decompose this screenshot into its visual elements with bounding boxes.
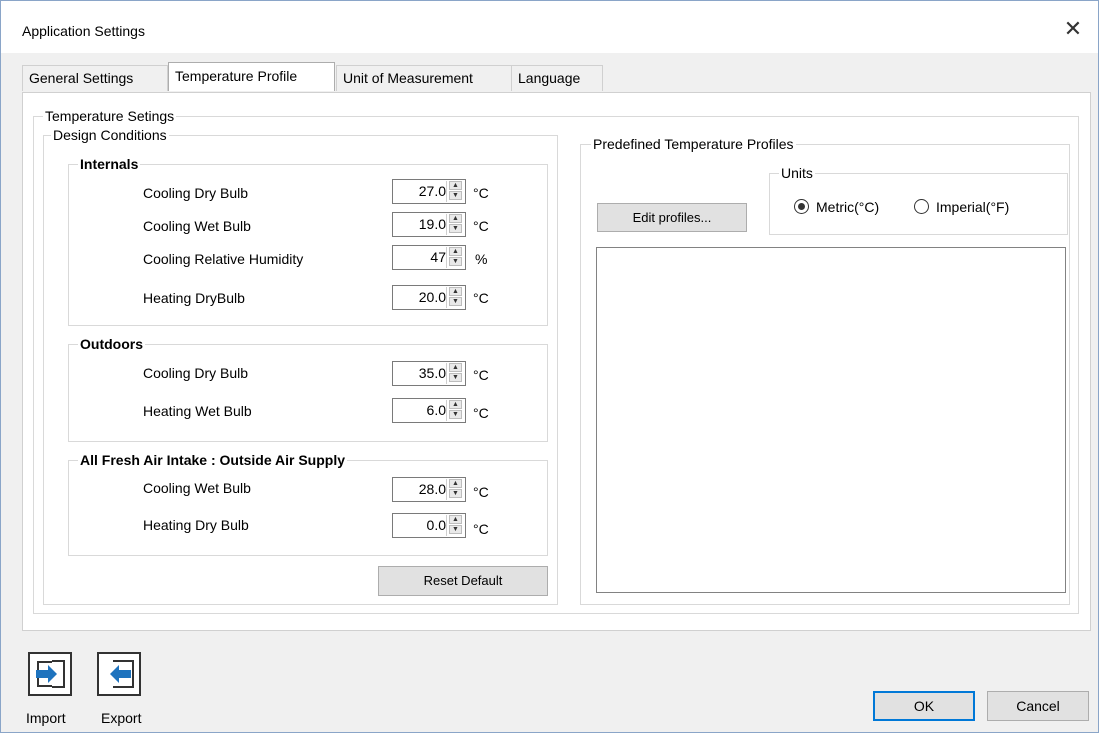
- unit-label: %: [475, 251, 488, 267]
- outdoors-group: [68, 344, 548, 442]
- chevron-down-icon[interactable]: ▼: [449, 525, 462, 534]
- internal-cooling-wet-bulb-label: Cooling Wet Bulb: [143, 218, 251, 234]
- tab-general-settings[interactable]: General Settings: [22, 65, 168, 91]
- unit-label: °C: [473, 218, 489, 234]
- internal-heating-dry-bulb-stepper[interactable]: 20.0 ▲ ▼: [392, 285, 466, 310]
- unit-label: °C: [473, 484, 489, 500]
- metric-label[interactable]: Metric(°C): [816, 199, 879, 215]
- internal-heating-dry-bulb-label: Heating DryBulb: [143, 290, 245, 306]
- internal-cooling-wet-bulb-stepper[interactable]: 19.0 ▲ ▼: [392, 212, 466, 237]
- imperial-label[interactable]: Imperial(°F): [936, 199, 1009, 215]
- chevron-down-icon[interactable]: ▼: [449, 257, 462, 266]
- outdoor-heating-wet-bulb-label: Heating Wet Bulb: [143, 403, 252, 419]
- chevron-up-icon[interactable]: ▲: [449, 247, 462, 256]
- outdoor-cooling-dry-bulb-label: Cooling Dry Bulb: [143, 365, 249, 381]
- import-label: Import: [26, 710, 66, 726]
- stepper-arrows: ▲ ▼: [446, 181, 464, 202]
- fresh-air-cooling-wet-bulb-label: Cooling Wet Bulb: [143, 480, 251, 496]
- unit-label: °C: [473, 405, 489, 421]
- tab-unit-of-measurement[interactable]: Unit of Measurement: [336, 65, 512, 91]
- stepper-value: 0.0: [426, 517, 446, 533]
- export-button[interactable]: [97, 652, 141, 696]
- chevron-down-icon[interactable]: ▼: [449, 373, 462, 382]
- tab-language[interactable]: Language: [511, 65, 603, 91]
- chevron-down-icon[interactable]: ▼: [449, 410, 462, 419]
- stepper-arrows: ▲ ▼: [446, 363, 464, 384]
- fresh-air-legend: All Fresh Air Intake : Outside Air Suppl…: [78, 452, 348, 468]
- unit-label: °C: [473, 290, 489, 306]
- outdoors-legend: Outdoors: [78, 336, 145, 352]
- stepper-value: 19.0: [418, 216, 446, 232]
- import-icon: [36, 660, 65, 688]
- export-icon: [110, 660, 134, 688]
- fresh-air-cooling-wet-bulb-stepper[interactable]: 28.0 ▲ ▼: [392, 477, 466, 502]
- stepper-value: 6.0: [426, 402, 446, 418]
- tab-temperature-profile[interactable]: Temperature Profile: [168, 62, 335, 91]
- window-title: Application Settings: [22, 23, 145, 39]
- stepper-value: 47: [430, 249, 446, 265]
- chevron-up-icon[interactable]: ▲: [449, 400, 462, 409]
- stepper-arrows: ▲ ▼: [446, 287, 464, 308]
- chevron-up-icon[interactable]: ▲: [449, 181, 462, 190]
- chevron-up-icon[interactable]: ▲: [449, 363, 462, 372]
- close-icon[interactable]: ✕: [1058, 14, 1088, 44]
- chevron-down-icon[interactable]: ▼: [449, 224, 462, 233]
- stepper-value: 20.0: [418, 289, 446, 305]
- unit-label: °C: [473, 185, 489, 201]
- profiles-listbox[interactable]: [596, 247, 1066, 593]
- chevron-down-icon[interactable]: ▼: [449, 191, 462, 200]
- temperature-settings-legend: Temperature Setings: [43, 108, 177, 124]
- cancel-button[interactable]: Cancel: [987, 691, 1089, 721]
- predefined-profiles-legend: Predefined Temperature Profiles: [591, 136, 796, 152]
- internal-cooling-dry-bulb-stepper[interactable]: 27.0 ▲ ▼: [392, 179, 466, 204]
- units-legend: Units: [779, 165, 815, 181]
- imperial-radio[interactable]: [914, 199, 929, 214]
- stepper-arrows: ▲ ▼: [446, 247, 464, 268]
- internal-cooling-relative-humidity-label: Cooling Relative Humidity: [143, 251, 304, 267]
- fresh-air-group: [68, 460, 548, 556]
- metric-radio[interactable]: [794, 199, 809, 214]
- settings-window: Application Settings ✕ General Settings …: [0, 0, 1099, 733]
- stepper-arrows: ▲ ▼: [446, 400, 464, 421]
- chevron-up-icon[interactable]: ▲: [449, 479, 462, 488]
- outdoor-cooling-dry-bulb-stepper[interactable]: 35.0 ▲ ▼: [392, 361, 466, 386]
- ok-button[interactable]: OK: [873, 691, 975, 721]
- internal-cooling-dry-bulb-label: Cooling Dry Bulb: [143, 185, 249, 201]
- stepper-arrows: ▲ ▼: [446, 479, 464, 500]
- chevron-down-icon[interactable]: ▼: [449, 489, 462, 498]
- design-conditions-legend: Design Conditions: [51, 127, 169, 143]
- edit-profiles-button[interactable]: Edit profiles...: [597, 203, 747, 232]
- chevron-up-icon[interactable]: ▲: [449, 515, 462, 524]
- chevron-down-icon[interactable]: ▼: [449, 297, 462, 306]
- stepper-value: 35.0: [418, 365, 446, 381]
- stepper-value: 28.0: [418, 481, 446, 497]
- internal-cooling-relative-humidity-stepper[interactable]: 47 ▲ ▼: [392, 245, 466, 270]
- fresh-air-heating-dry-bulb-label: Heating Dry Bulb: [143, 517, 249, 533]
- stepper-value: 27.0: [418, 183, 446, 199]
- export-label: Export: [101, 710, 142, 726]
- chevron-up-icon[interactable]: ▲: [449, 214, 462, 223]
- internals-legend: Internals: [78, 156, 141, 172]
- stepper-arrows: ▲ ▼: [446, 515, 464, 536]
- unit-label: °C: [473, 367, 489, 383]
- unit-label: °C: [473, 521, 489, 537]
- chevron-up-icon[interactable]: ▲: [449, 287, 462, 296]
- outdoor-heating-wet-bulb-stepper[interactable]: 6.0 ▲ ▼: [392, 398, 466, 423]
- stepper-arrows: ▲ ▼: [446, 214, 464, 235]
- title-bar: Application Settings ✕: [1, 1, 1098, 53]
- fresh-air-heating-dry-bulb-stepper[interactable]: 0.0 ▲ ▼: [392, 513, 466, 538]
- import-button[interactable]: [28, 652, 72, 696]
- temperature-profile-panel: Temperature Setings Design Conditions In…: [22, 92, 1091, 631]
- reset-default-button[interactable]: Reset Default: [378, 566, 548, 596]
